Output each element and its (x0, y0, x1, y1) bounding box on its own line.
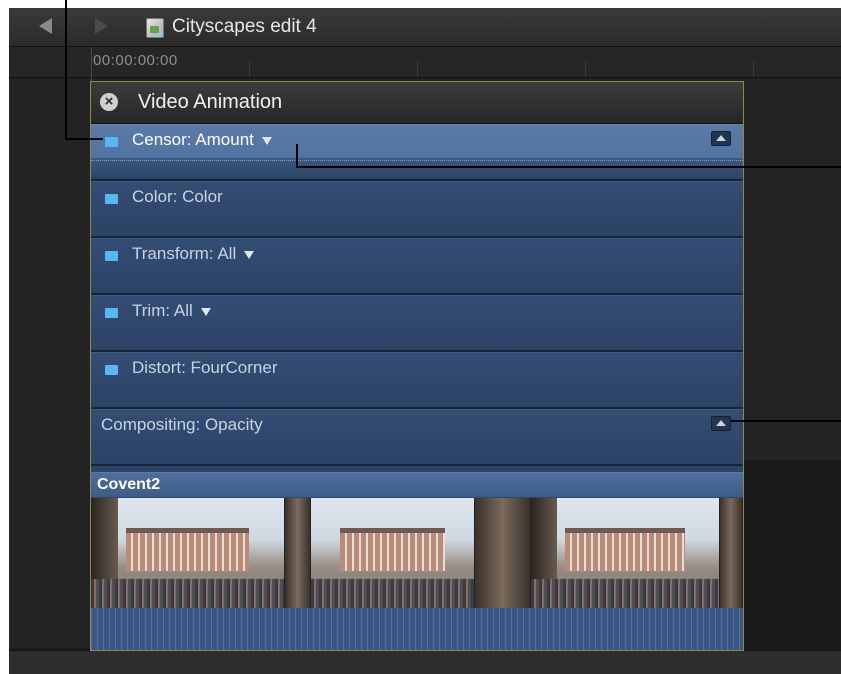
animation-row-transform[interactable]: Transform: All (91, 238, 743, 295)
clip-header[interactable]: Covent2 (91, 473, 743, 497)
clip-filmstrip[interactable] (91, 498, 743, 608)
collapse-icon[interactable] (711, 416, 731, 431)
callout-line (296, 166, 841, 168)
effect-swatch-icon[interactable] (105, 194, 118, 204)
effect-swatch-icon[interactable] (105, 308, 118, 318)
clip-thumbnail (530, 498, 721, 608)
clip-thumbnail (720, 498, 743, 608)
effect-swatch-icon[interactable] (105, 365, 118, 375)
callout-line (65, 0, 67, 140)
animation-row-color[interactable]: Color: Color (91, 181, 743, 238)
disclosure-triangle-icon[interactable] (261, 136, 272, 145)
empty-track-area (742, 460, 841, 648)
animation-editor-header: × Video Animation (91, 82, 743, 124)
disclosure-triangle-icon[interactable] (200, 307, 211, 316)
ruler-tick (417, 61, 418, 77)
keyframe-area[interactable] (91, 158, 743, 179)
clip-thumbnail (91, 498, 286, 608)
animation-row-trim[interactable]: Trim: All (91, 295, 743, 352)
project-title: Cityscapes edit 4 (172, 16, 317, 37)
animation-row-label: Color: Color (132, 187, 223, 206)
forward-arrow-icon[interactable] (95, 18, 108, 34)
time-ruler[interactable]: 00:00:00:00 (9, 47, 841, 78)
timeline-window: Cityscapes edit 4 00:00:00:00 × Video An… (9, 8, 841, 674)
animation-row-label: Trim: All (132, 301, 211, 321)
effect-swatch-icon[interactable] (105, 251, 118, 261)
animation-row-label: Transform: All (132, 244, 255, 264)
disclosure-triangle-icon[interactable] (244, 250, 255, 259)
callout-line (296, 144, 298, 168)
animation-row-censor[interactable]: Censor: Amount (91, 124, 743, 181)
clip-name: Covent2 (97, 476, 161, 493)
callout-line (65, 138, 103, 140)
collapse-icon[interactable] (711, 131, 731, 146)
clip-thumbnail (310, 498, 476, 608)
animation-row-label: Distort: FourCorner (132, 358, 278, 377)
timecode-label: 00:00:00:00 (93, 52, 178, 69)
timeline-title-bar: Cityscapes edit 4 (9, 8, 841, 47)
close-icon[interactable]: × (100, 93, 118, 111)
animation-row-label: Compositing: Opacity (101, 415, 263, 434)
effect-swatch-icon[interactable] (105, 137, 118, 147)
clip-thumbnail (285, 498, 311, 608)
ruler-tick (753, 61, 754, 77)
ruler-tick (249, 61, 250, 77)
animation-editor-title: Video Animation (138, 91, 283, 113)
project-document-icon (146, 18, 164, 38)
animation-row-compositing[interactable]: Compositing: Opacity (91, 409, 743, 466)
audio-waveform[interactable] (91, 608, 743, 650)
video-clip[interactable]: Covent2 (91, 472, 743, 650)
animation-row-label: Censor: Amount (132, 130, 272, 150)
keyframe-curve-line (91, 160, 743, 161)
back-arrow-icon[interactable] (39, 18, 52, 34)
animation-row-distort[interactable]: Distort: FourCorner (91, 352, 743, 409)
timeline-bottom-bar (9, 650, 841, 674)
clip-thumbnail (475, 498, 531, 608)
callout-line (731, 420, 841, 422)
ruler-tick (585, 61, 586, 77)
